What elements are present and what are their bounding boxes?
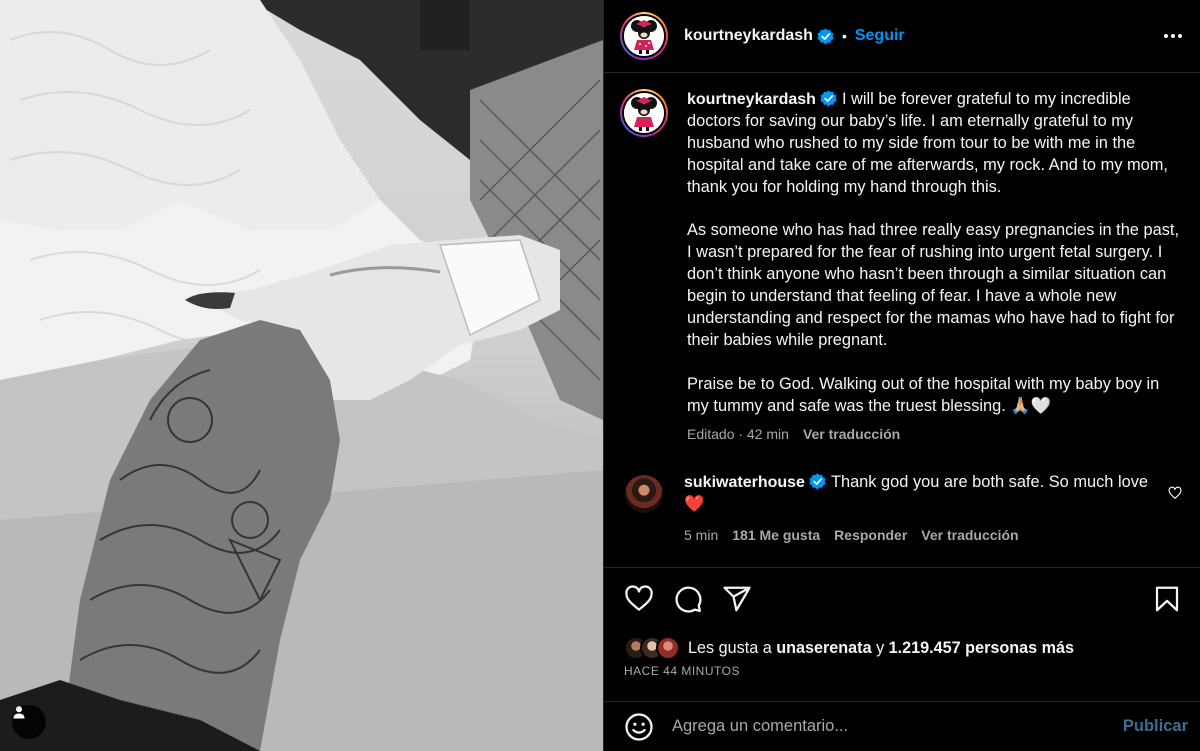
comment-meta: 5 min 181 Me gusta Responder Ver traducc… [684,527,1168,543]
header-username[interactable]: kourtneykardash [684,27,813,45]
caption-translate-link[interactable]: Ver traducción [803,426,900,442]
action-icons-row [624,584,1182,614]
follow-button[interactable]: Seguir [855,27,905,45]
comment-translate-link[interactable]: Ver traducción [921,527,1018,543]
caption-username[interactable]: kourtneykardash [687,91,816,108]
post-photo[interactable] [0,0,603,751]
share-icon[interactable] [722,584,752,614]
caption-meta: Editado · 42 min Ver traducción [687,426,1182,442]
comment-likes-count[interactable]: 181 Me gusta [732,527,820,543]
bookmark-icon[interactable] [1152,584,1182,614]
likes-summary: Les gusta a unaserenata y 1.219.457 pers… [624,636,1182,660]
caption-text: I will be forever grateful to my incredi… [687,90,1180,415]
commenter-avatar[interactable] [625,474,663,513]
publish-button[interactable]: Publicar [1123,717,1188,736]
caption-edited-time: Editado · 42 min [687,425,789,442]
comment-time: 5 min [684,527,719,544]
post-actions-bar: Les gusta a unaserenata y 1.219.457 pers… [604,567,1200,701]
more-options-icon[interactable] [1164,28,1182,44]
likes-user-link[interactable]: unaserenata [776,639,871,658]
user-tag-icon[interactable] [12,705,46,739]
minnie-mouse-avatar-image [624,16,664,56]
author-avatar[interactable] [620,12,668,60]
verified-badge-icon [809,473,826,490]
likes-count-link[interactable]: 1.219.457 personas más [889,639,1074,658]
instagram-post: kourtneykardash • Seguir kourtneykardash… [0,0,1200,751]
minnie-mouse-avatar-image [624,93,664,133]
verified-badge-icon [817,27,834,45]
comment-like-heart-icon[interactable] [1168,486,1182,500]
likes-prefix: Les gusta a [688,638,772,657]
comment-item: sukiwaterhouse Thank god you are both saf… [620,472,1182,543]
caption-author-avatar[interactable] [620,89,668,137]
hospital-hands-photo [0,0,603,751]
verified-badge-icon [820,90,837,107]
add-comment-bar: Publicar [604,701,1200,751]
comment-icon[interactable] [673,584,703,614]
emoji-icon[interactable] [624,712,654,742]
post-caption: kourtneykardash I will be forever gratefu… [687,89,1182,418]
liker-avatar [656,636,680,660]
reply-button[interactable]: Responder [834,527,907,543]
post-time-ago[interactable]: HACE 44 MINUTOS [624,664,1182,678]
comments-section: kourtneykardash I will be forever gratefu… [604,73,1200,567]
liker-avatars[interactable] [624,636,680,660]
comment-body: sukiwaterhouse Thank god you are both saf… [684,472,1168,516]
caption-entry: kourtneykardash I will be forever gratefu… [620,89,1182,442]
likes-conjunction: y [876,638,885,657]
heart-icon[interactable] [624,584,654,614]
separator-dot: • [841,28,847,44]
commenter-username[interactable]: sukiwaterhouse [684,474,805,491]
post-header: kourtneykardash • Seguir [604,0,1200,73]
comment-input[interactable] [672,717,1123,736]
post-side-panel: kourtneykardash • Seguir kourtneykardash… [603,0,1200,751]
